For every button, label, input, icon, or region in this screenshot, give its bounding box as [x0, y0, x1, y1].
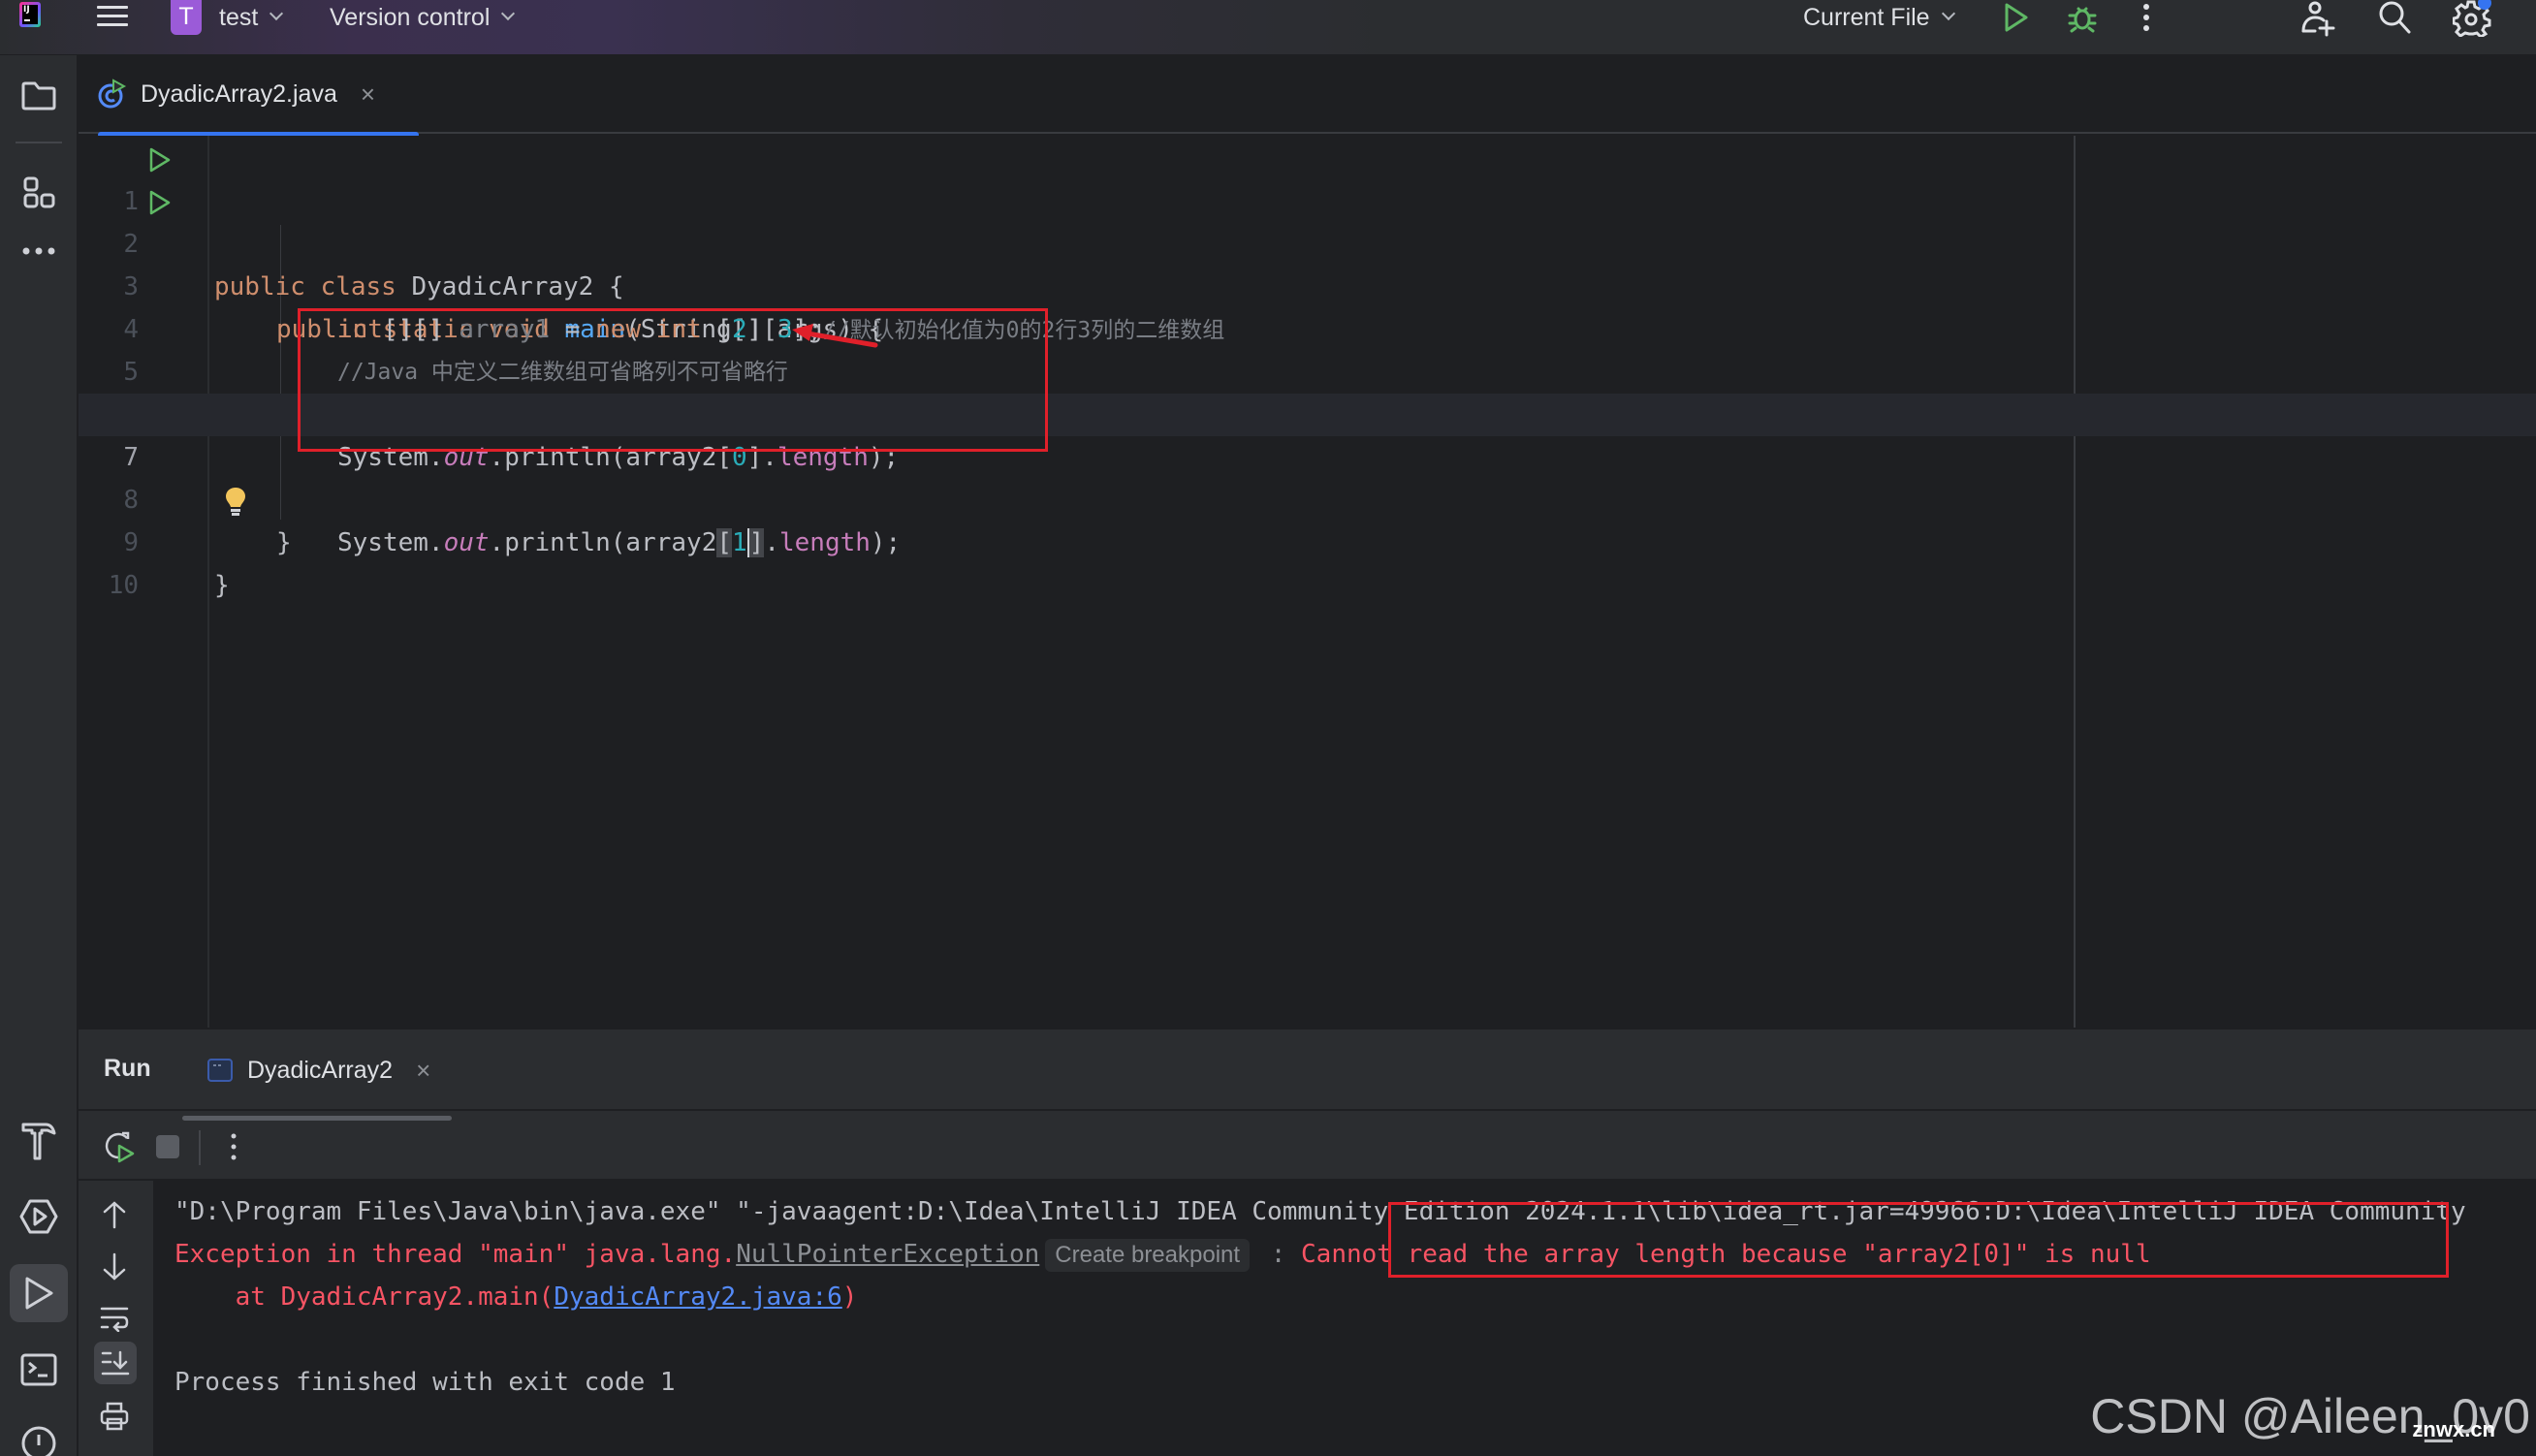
stop-button[interactable]	[156, 1135, 179, 1158]
left-tool-strip	[0, 55, 78, 1456]
console-icon	[206, 1058, 234, 1083]
print-icon[interactable]	[100, 1402, 129, 1431]
stack-suffix: )	[841, 1282, 858, 1312]
run-gutter-icon[interactable]	[148, 190, 172, 215]
editor-tab-bar: DyadicArray2.java ×	[79, 56, 2536, 138]
scroll-down-icon[interactable]	[102, 1252, 127, 1282]
project-name: test	[219, 3, 259, 31]
run-gutter-icon[interactable]	[148, 147, 172, 173]
project-folder-icon[interactable]	[19, 77, 58, 115]
vcs-label: Version control	[330, 3, 491, 31]
settings-icon[interactable]	[2453, 0, 2491, 37]
exception-class-link[interactable]: NullPointerException	[736, 1240, 1039, 1269]
logo-text: IJ	[22, 5, 38, 24]
more-options-icon[interactable]	[2140, 2, 2152, 33]
close-icon[interactable]: ×	[416, 1056, 430, 1086]
code-line: 9 }	[79, 479, 2536, 600]
scroll-up-icon[interactable]	[102, 1200, 127, 1229]
project-selector[interactable]: test	[219, 0, 284, 35]
run-tool-window-icon[interactable]	[10, 1264, 68, 1322]
create-breakpoint-button[interactable]: Create breakpoint	[1045, 1238, 1251, 1272]
rerun-icon[interactable]	[104, 1130, 137, 1163]
project-badge[interactable]: T	[171, 0, 202, 35]
close-icon[interactable]: ×	[361, 79, 375, 110]
more-options-icon[interactable]	[228, 1130, 239, 1163]
watermark-overlay: znwx.cn	[2412, 1417, 2495, 1441]
tab-label: DyadicArray2.java	[141, 79, 337, 108]
console-exit-line: Process finished with exit code 1	[174, 1368, 676, 1397]
search-icon[interactable]	[2377, 0, 2414, 35]
stack-prefix: at DyadicArray2.main(	[174, 1282, 555, 1312]
run-icon[interactable]	[2003, 2, 2030, 33]
chevron-down-icon	[269, 6, 284, 21]
java-class-icon	[98, 79, 127, 110]
run-config-selector[interactable]: Current File	[1803, 0, 1955, 35]
services-icon[interactable]	[19, 1197, 58, 1236]
annotation-box	[1388, 1202, 2449, 1278]
run-config-label: Current File	[1803, 3, 1930, 31]
terminal-icon[interactable]	[19, 1350, 58, 1389]
run-panel-title: Run	[104, 1055, 151, 1082]
annotation-box	[298, 308, 1048, 452]
code-line: 2 public static void main(String[] args)…	[79, 180, 2536, 344]
line-number: 10	[108, 571, 139, 600]
run-toolbar	[79, 1113, 2536, 1181]
exception-separator: :	[1255, 1240, 1302, 1269]
code-token: }	[214, 571, 230, 600]
code-editor[interactable]: 1 public class DyadicArray2 { 2 public s…	[79, 136, 2536, 1028]
main-menu-icon[interactable]	[97, 2, 128, 29]
run-tab-label: DyadicArray2	[247, 1056, 394, 1084]
more-tools-icon[interactable]	[19, 232, 58, 270]
structure-icon[interactable]	[19, 174, 58, 212]
code-line: 10	[79, 522, 2536, 600]
add-user-icon[interactable]	[2299, 0, 2338, 37]
problems-icon[interactable]	[19, 1424, 58, 1456]
vcs-selector[interactable]: Version control	[330, 0, 516, 35]
intellij-logo-icon[interactable]: IJ	[19, 2, 41, 27]
chevron-down-icon	[1941, 6, 1955, 21]
scroll-to-end-button[interactable]	[94, 1342, 137, 1384]
chevron-down-icon	[501, 6, 516, 21]
toolbar-divider	[199, 1130, 201, 1165]
title-bar: IJ T test Version control Current File	[0, 0, 2536, 55]
run-tab-dyadicarray2[interactable]: DyadicArray2 ×	[206, 1049, 430, 1092]
divider	[16, 142, 62, 143]
code-line: 1 public class DyadicArray2 {	[79, 138, 2536, 301]
annotation-arrow-icon	[786, 322, 879, 351]
stack-trace-link[interactable]: DyadicArray2.java:6	[554, 1282, 841, 1312]
code-line: 3 int[][] array1 = new int [2][3];//默认初始…	[79, 223, 2536, 344]
console-side-toolbar	[79, 1181, 152, 1456]
build-hammer-icon[interactable]	[19, 1122, 58, 1160]
soft-wrap-icon[interactable]	[100, 1305, 129, 1332]
run-panel-header: Run DyadicArray2 ×	[79, 1029, 2536, 1111]
tab-dyadicarray2-java[interactable]: DyadicArray2.java ×	[98, 56, 476, 138]
console-stack-line: at DyadicArray2.main(DyadicArray2.java:6…	[174, 1276, 858, 1318]
debug-icon[interactable]	[2067, 2, 2098, 33]
code-line: 4 //Java 中定义二维数组可省略列不可省略行	[79, 266, 2536, 385]
exception-prefix: Exception in thread "main" java.lang.	[174, 1240, 737, 1269]
